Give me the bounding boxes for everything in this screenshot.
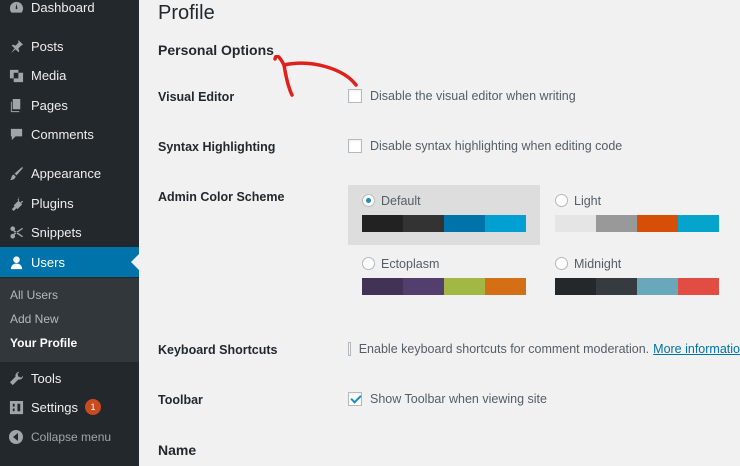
menu-label: Tools — [31, 370, 62, 386]
current-menu-arrow — [131, 254, 139, 270]
option-text: Show Toolbar when viewing site — [370, 392, 547, 406]
settings-icon — [8, 399, 24, 415]
menu-label: Users — [31, 254, 65, 270]
menu-item-settings[interactable]: Settings 1 — [0, 392, 139, 422]
scheme-swatches — [555, 215, 719, 232]
menu-item-users[interactable]: Users — [0, 247, 139, 277]
collapse-menu-button[interactable]: Collapse menu — [0, 422, 139, 452]
menu-label: Comments — [31, 126, 94, 142]
swatch — [362, 278, 403, 295]
submenu-add-new[interactable]: Add New — [10, 312, 59, 326]
section-heading-personal-options: Personal Options — [158, 42, 274, 58]
option-text: Enable keyboard shortcuts for comment mo… — [358, 342, 650, 356]
menu-item-plugins[interactable]: Plugins — [0, 188, 139, 218]
comments-icon — [8, 126, 24, 142]
option-syntax-highlighting[interactable]: Disable syntax highlighting when editing… — [348, 139, 622, 153]
admin-sidebar: Dashboard Posts Media Pages Comments App… — [0, 0, 139, 466]
label-keyboard-shortcuts: Keyboard Shortcuts — [158, 343, 278, 357]
label-visual-editor: Visual Editor — [158, 90, 235, 104]
menu-label: Media — [31, 67, 67, 83]
swatch — [555, 215, 596, 232]
scheme-swatches — [362, 215, 526, 232]
swatch — [362, 215, 403, 232]
option-text: Disable the visual editor when writing — [370, 89, 576, 103]
scheme-swatches — [362, 278, 526, 295]
brush-icon — [8, 165, 24, 181]
swatch — [485, 215, 526, 232]
page-title: Profile — [158, 2, 215, 24]
label-syntax-highlighting: Syntax Highlighting — [158, 140, 276, 154]
menu-item-dashboard[interactable]: Dashboard — [0, 0, 139, 22]
radio-ectoplasm[interactable] — [362, 257, 375, 270]
menu-label: Settings — [31, 399, 78, 415]
menu-item-media[interactable]: Media — [0, 60, 139, 90]
color-scheme-light[interactable]: Light — [541, 185, 733, 245]
user-icon — [8, 254, 24, 270]
option-visual-editor[interactable]: Disable the visual editor when writing — [348, 89, 576, 103]
wrench-icon — [8, 370, 24, 386]
pages-icon — [8, 97, 24, 113]
option-toolbar[interactable]: Show Toolbar when viewing site — [348, 392, 547, 406]
menu-item-pages[interactable]: Pages — [0, 90, 139, 120]
media-icon — [8, 67, 24, 83]
swatch — [555, 278, 596, 295]
scheme-swatches — [555, 278, 719, 295]
scissors-icon — [8, 224, 24, 240]
scheme-name: Midnight — [574, 257, 622, 271]
dashboard-icon — [8, 0, 24, 15]
menu-label: Dashboard — [31, 0, 95, 15]
option-keyboard-shortcuts[interactable]: Enable keyboard shortcuts for comment mo… — [348, 342, 740, 356]
swatch — [678, 215, 719, 232]
swatch — [444, 278, 485, 295]
update-count-badge: 1 — [84, 399, 101, 415]
label-toolbar: Toolbar — [158, 393, 203, 407]
color-scheme-default[interactable]: Default — [348, 185, 540, 245]
radio-midnight[interactable] — [555, 257, 568, 270]
plugin-icon — [8, 195, 24, 211]
scheme-name: Ectoplasm — [381, 257, 440, 271]
menu-item-comments[interactable]: Comments — [0, 119, 139, 149]
more-information-link[interactable]: More informatio — [653, 342, 740, 356]
swatch — [596, 278, 637, 295]
pin-icon — [8, 38, 24, 54]
menu-label: Plugins — [31, 195, 74, 211]
swatch — [444, 215, 485, 232]
swatch — [403, 215, 444, 232]
collapse-label: Collapse menu — [31, 430, 112, 444]
swatch — [596, 215, 637, 232]
collapse-icon — [8, 429, 24, 445]
menu-label: Snippets — [31, 224, 82, 240]
submenu-all-users[interactable]: All Users — [10, 288, 58, 302]
menu-item-snippets[interactable]: Snippets — [0, 217, 139, 247]
menu-item-appearance[interactable]: Appearance — [0, 158, 139, 188]
radio-light[interactable] — [555, 194, 568, 207]
menu-label: Posts — [31, 38, 64, 54]
checkbox-disable-visual-editor[interactable] — [348, 89, 362, 103]
color-scheme-ectoplasm[interactable]: Ectoplasm — [348, 248, 540, 308]
menu-item-tools[interactable]: Tools — [0, 363, 139, 393]
users-submenu: All Users Add New Your Profile — [0, 278, 139, 362]
swatch — [637, 215, 678, 232]
checkbox-disable-syntax-highlighting[interactable] — [348, 139, 362, 153]
checkbox-show-toolbar[interactable] — [348, 392, 362, 406]
radio-default[interactable] — [362, 194, 375, 207]
swatch — [485, 278, 526, 295]
submenu-your-profile[interactable]: Your Profile — [10, 336, 77, 350]
scheme-name: Light — [574, 194, 602, 208]
swatch — [678, 278, 719, 295]
scheme-name: Default — [381, 194, 421, 208]
color-scheme-midnight[interactable]: Midnight — [541, 248, 733, 308]
section-heading-name: Name — [158, 442, 197, 458]
label-admin-color-scheme: Admin Color Scheme — [158, 190, 285, 204]
menu-label: Pages — [31, 97, 68, 113]
swatch — [403, 278, 444, 295]
menu-item-posts[interactable]: Posts — [0, 31, 139, 61]
checkbox-keyboard-shortcuts[interactable] — [348, 342, 351, 356]
option-text: Disable syntax highlighting when editing… — [370, 139, 623, 153]
swatch — [637, 278, 678, 295]
menu-label: Appearance — [31, 165, 102, 181]
